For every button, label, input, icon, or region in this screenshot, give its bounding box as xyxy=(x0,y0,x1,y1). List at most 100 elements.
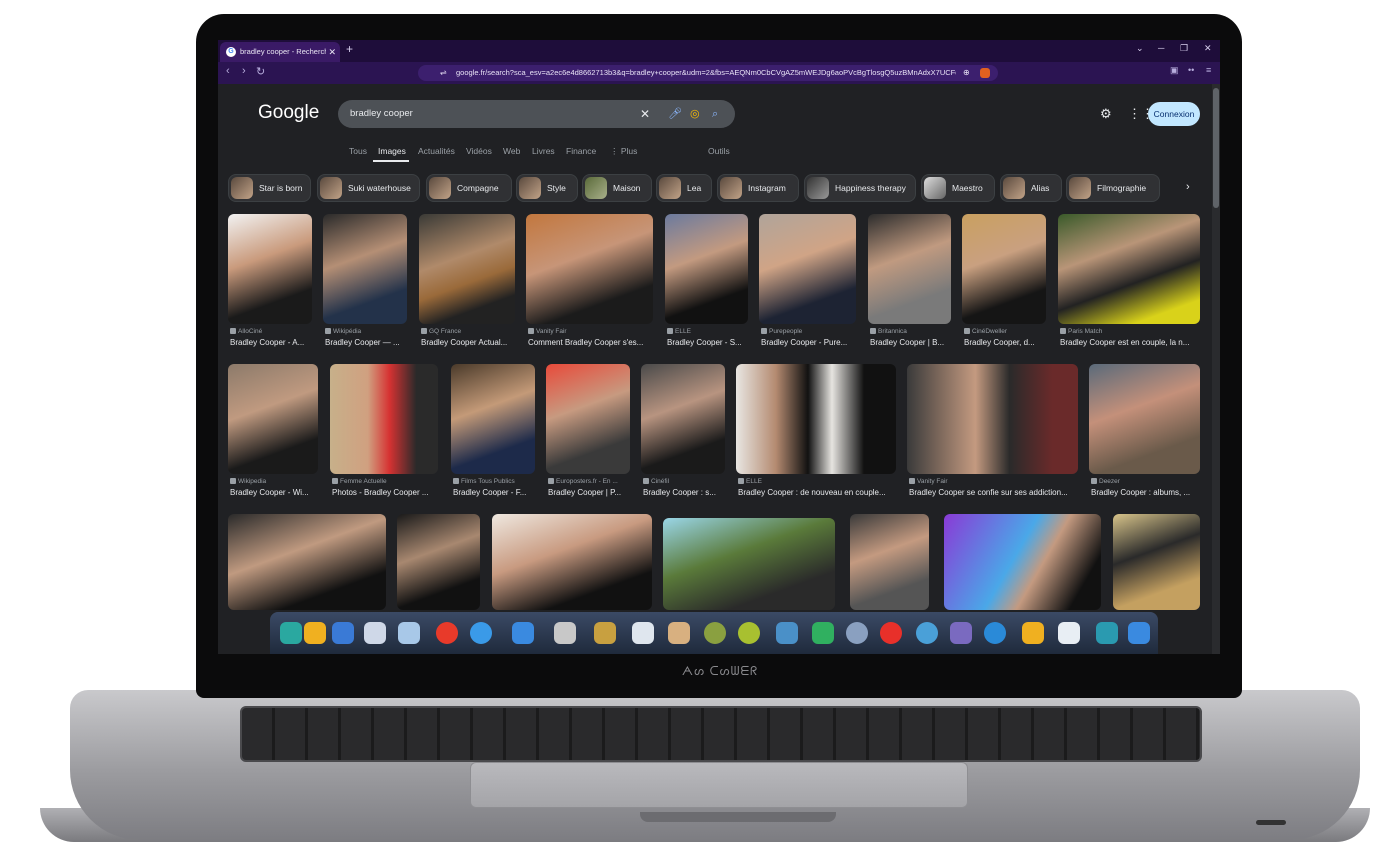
result-thumbnail[interactable] xyxy=(330,364,438,474)
app-icon[interactable] xyxy=(668,622,690,644)
app-icon[interactable] xyxy=(332,622,354,644)
result-title[interactable]: Comment Bradley Cooper s'es... xyxy=(528,338,655,347)
app-icon[interactable] xyxy=(880,622,902,644)
menu-icon[interactable]: ≡ xyxy=(1206,65,1211,75)
app-icon[interactable] xyxy=(916,622,938,644)
result-thumbnail[interactable] xyxy=(850,514,929,610)
app-icon[interactable] xyxy=(436,622,458,644)
tab-web[interactable]: Web xyxy=(503,146,520,156)
result-thumbnail[interactable] xyxy=(228,514,386,610)
app-icon[interactable] xyxy=(632,622,654,644)
app-icon[interactable] xyxy=(738,622,760,644)
brave-shield-icon[interactable] xyxy=(980,68,990,78)
chip-lea[interactable]: Lea xyxy=(656,174,712,202)
result-thumbnail[interactable] xyxy=(451,364,535,474)
app-icon[interactable] xyxy=(304,622,326,644)
result-thumbnail[interactable] xyxy=(228,364,318,474)
result-thumbnail[interactable] xyxy=(907,364,1078,474)
result-title[interactable]: Bradley Cooper : de nouveau en couple... xyxy=(738,488,898,497)
scrollbar-thumb[interactable] xyxy=(1213,88,1219,208)
result-title[interactable]: Bradley Cooper | B... xyxy=(870,338,953,347)
maximize-icon[interactable]: ❐ xyxy=(1180,43,1188,54)
result-thumbnail[interactable] xyxy=(665,214,748,324)
app-icon[interactable] xyxy=(812,622,834,644)
tab-livres[interactable]: Livres xyxy=(532,146,555,156)
zoom-icon[interactable]: ⊕ xyxy=(963,65,970,81)
chip-happiness-therapy[interactable]: Happiness therapy xyxy=(804,174,916,202)
browser-tab[interactable]: G bradley cooper - Recherche Go... ✕ xyxy=(220,42,340,62)
result-title[interactable]: Bradley Cooper : s... xyxy=(643,488,727,497)
settings-gear-icon[interactable]: ⚙ xyxy=(1100,106,1112,122)
app-icon[interactable] xyxy=(1022,622,1044,644)
app-icon[interactable] xyxy=(512,622,534,644)
result-title[interactable]: Bradley Cooper - Pure... xyxy=(761,338,858,347)
result-title[interactable]: Bradley Cooper : albums, ... xyxy=(1091,488,1202,497)
tab-tous[interactable]: Tous xyxy=(349,146,367,156)
result-thumbnail[interactable] xyxy=(323,214,407,324)
result-thumbnail[interactable] xyxy=(663,518,835,610)
site-info-icon[interactable]: ⇌ xyxy=(440,65,447,81)
clear-search-icon[interactable]: ✕ xyxy=(640,100,650,128)
result-thumbnail[interactable] xyxy=(546,364,630,474)
app-icon[interactable] xyxy=(594,622,616,644)
app-icon[interactable] xyxy=(364,622,386,644)
reload-icon[interactable]: ↻ xyxy=(256,65,265,78)
chip-style[interactable]: Style xyxy=(516,174,578,202)
chip-instagram[interactable]: Instagram xyxy=(717,174,799,202)
app-icon[interactable] xyxy=(398,622,420,644)
voice-search-icon[interactable]: 🎤︎ xyxy=(668,100,682,128)
chip-maison[interactable]: Maison xyxy=(582,174,652,202)
chip-star-is-born[interactable]: Star is born xyxy=(228,174,311,202)
result-thumbnail[interactable] xyxy=(397,514,480,610)
app-icon[interactable] xyxy=(704,622,726,644)
app-icon[interactable] xyxy=(846,622,868,644)
chips-next-chevron-icon[interactable]: › xyxy=(1186,181,1190,193)
app-icon[interactable] xyxy=(776,622,798,644)
result-title[interactable]: Bradley Cooper - S... xyxy=(667,338,750,347)
result-thumbnail[interactable] xyxy=(526,214,653,324)
google-logo[interactable]: Google xyxy=(258,102,319,124)
result-title[interactable]: Bradley Cooper se confie sur ses addicti… xyxy=(909,488,1080,497)
result-thumbnail[interactable] xyxy=(641,364,725,474)
close-window-icon[interactable]: ✕ xyxy=(1204,43,1212,54)
search-query[interactable]: bradley cooper xyxy=(350,100,413,128)
lens-search-icon[interactable]: ◎ xyxy=(690,100,700,128)
result-thumbnail[interactable] xyxy=(736,364,896,474)
wallet-icon[interactable]: •• xyxy=(1188,65,1194,75)
tab-actualites[interactable]: Actualités xyxy=(418,146,455,156)
result-thumbnail[interactable] xyxy=(944,514,1101,610)
chip-compagne[interactable]: Compagne xyxy=(426,174,512,202)
app-icon[interactable] xyxy=(984,622,1006,644)
result-thumbnail[interactable] xyxy=(419,214,515,324)
minimize-icon[interactable]: ─ xyxy=(1158,43,1164,53)
close-tab-icon[interactable]: ✕ xyxy=(328,42,336,62)
search-icon[interactable]: ⌕ xyxy=(712,100,718,128)
connexion-button[interactable]: Connexion xyxy=(1148,102,1200,126)
sidebar-icon[interactable]: ▣ xyxy=(1170,65,1179,76)
result-title[interactable]: Bradley Cooper, d... xyxy=(964,338,1048,347)
app-icon[interactable] xyxy=(470,622,492,644)
result-title[interactable]: Bradley Cooper Actual... xyxy=(421,338,517,347)
result-title[interactable]: Bradley Cooper | P... xyxy=(548,488,632,497)
chip-alias[interactable]: Alias xyxy=(1000,174,1062,202)
forward-icon[interactable]: › xyxy=(242,65,246,77)
tab-search-chevron-icon[interactable]: ⌄ xyxy=(1136,43,1144,54)
search-box[interactable]: bradley cooper ✕ 🎤︎ ◎ ⌕ xyxy=(338,100,735,128)
chip-filmographie[interactable]: Filmographie xyxy=(1066,174,1160,202)
chip-maestro[interactable]: Maestro xyxy=(921,174,995,202)
tools-button[interactable]: Outils xyxy=(708,146,730,156)
tab-finance[interactable]: Finance xyxy=(566,146,596,156)
app-icon[interactable] xyxy=(1128,622,1150,644)
app-icon[interactable] xyxy=(950,622,972,644)
app-icon[interactable] xyxy=(1058,622,1080,644)
result-title[interactable]: Photos - Bradley Cooper ... xyxy=(332,488,440,497)
result-title[interactable]: Bradley Cooper - A... xyxy=(230,338,314,347)
app-icon[interactable] xyxy=(280,622,302,644)
url-field[interactable]: ⇌ google.fr/search?sca_esv=a2ec6e4d86627… xyxy=(418,65,998,81)
app-icon[interactable] xyxy=(554,622,576,644)
result-thumbnail[interactable] xyxy=(228,214,312,324)
chip-suki-waterhouse[interactable]: Suki waterhouse xyxy=(317,174,420,202)
result-title[interactable]: Bradley Cooper est en couple, la n... xyxy=(1060,338,1202,347)
result-title[interactable]: Bradley Cooper - Wi... xyxy=(230,488,320,497)
app-icon[interactable] xyxy=(1096,622,1118,644)
